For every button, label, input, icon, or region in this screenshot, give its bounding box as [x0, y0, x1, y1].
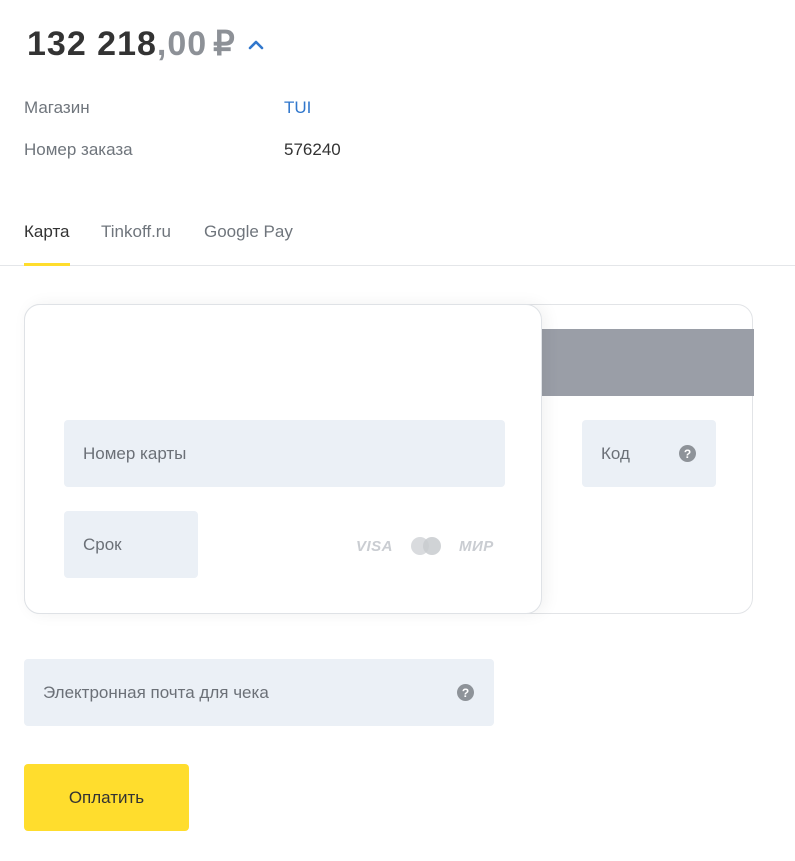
amount-currency: ₽ [213, 25, 236, 63]
tab-card[interactable]: Карта [24, 205, 70, 266]
mastercard-logo-icon [411, 537, 443, 555]
pay-button[interactable]: Оплатить [24, 764, 189, 831]
card-brand-logos: VISA МИР [356, 535, 494, 557]
amount-integer: 132 218 [27, 24, 157, 63]
payment-amount: 132 218 ,00 ₽ [27, 22, 264, 66]
chevron-up-icon[interactable] [248, 39, 264, 51]
expiry-input[interactable]: Срок [64, 511, 198, 578]
card-number-placeholder: Номер карты [83, 443, 187, 463]
tab-google-pay[interactable]: Google Pay [204, 205, 293, 265]
shop-label: Магазин [24, 98, 90, 117]
email-placeholder: Электронная почта для чека [43, 682, 269, 702]
email-input[interactable]: Электронная почта для чека [24, 659, 494, 726]
email-help-icon[interactable]: ? [457, 684, 474, 701]
mir-logo-icon: МИР [459, 537, 494, 555]
card-number-input[interactable]: Номер карты [64, 420, 505, 487]
card-magnetic-stripe [540, 329, 754, 396]
order-number-value: 576240 [284, 140, 341, 159]
payment-method-tabs: Карта Tinkoff.ru Google Pay [0, 205, 795, 266]
visa-logo-icon: VISA [356, 537, 394, 555]
cvc-placeholder: Код [601, 443, 630, 463]
order-number-label: Номер заказа [24, 140, 133, 159]
tab-tinkoff[interactable]: Tinkoff.ru [101, 205, 171, 265]
shop-link[interactable]: TUI [284, 98, 311, 118]
amount-decimal: ,00 [156, 24, 208, 63]
expiry-placeholder: Срок [83, 534, 122, 554]
cvc-help-icon[interactable]: ? [679, 445, 696, 462]
